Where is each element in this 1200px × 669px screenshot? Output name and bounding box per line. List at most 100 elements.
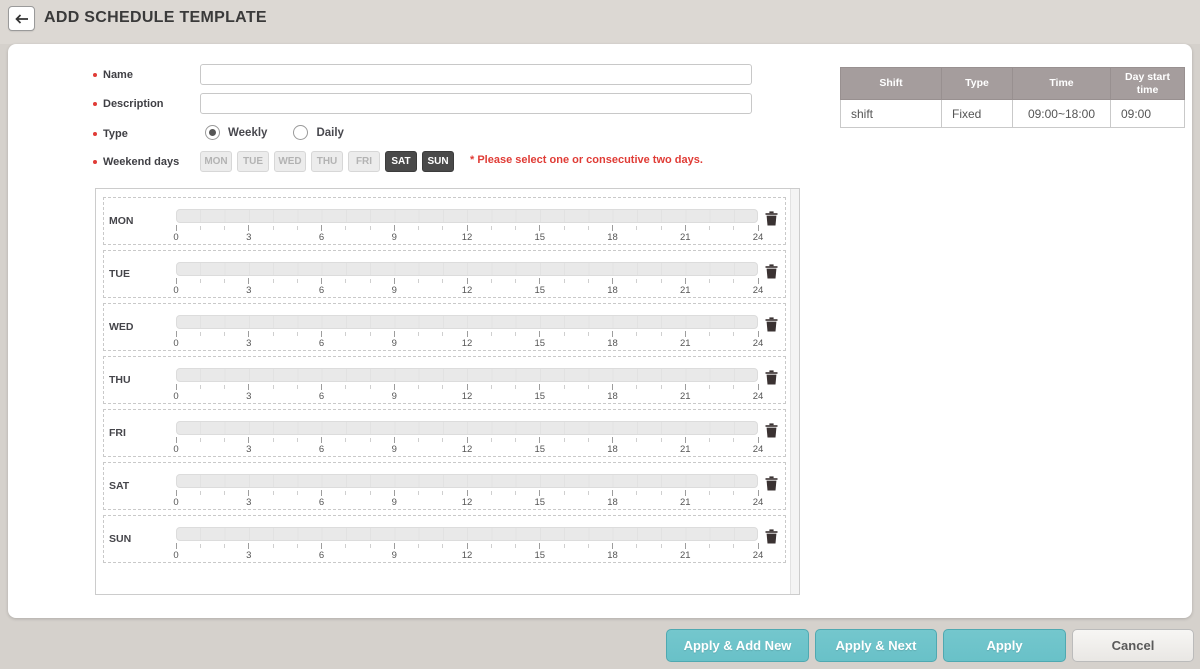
major-tick [176,384,177,390]
minor-tick [224,491,225,495]
minor-tick [515,385,516,389]
minor-tick [224,332,225,336]
time-bar[interactable] [176,474,758,488]
major-tick [176,278,177,284]
cancel-button[interactable]: Cancel [1072,629,1194,662]
time-bar[interactable] [176,262,758,276]
minor-tick [224,438,225,442]
schedule-row-sat: SAT03691215182124 [103,462,786,510]
major-tick [758,543,759,549]
tick-label: 0 [165,232,187,243]
name-input[interactable] [200,64,752,85]
time-bar[interactable] [176,527,758,541]
scrollbar[interactable] [790,189,799,594]
time-bar[interactable] [176,368,758,382]
time-bar[interactable] [176,209,758,223]
major-tick [248,278,249,284]
weekend-day-sat[interactable]: SAT [385,151,417,172]
schedule-row-tue: TUE03691215182124 [103,250,786,298]
major-tick [321,543,322,549]
major-tick [394,225,395,231]
minor-tick [200,279,201,283]
description-input[interactable] [200,93,752,114]
delete-day-schedule-button[interactable] [762,421,780,439]
minor-tick [491,438,492,442]
minor-tick [661,226,662,230]
apply-add-new-button[interactable]: Apply & Add New [666,629,809,662]
tick-label: 24 [747,232,769,243]
tick-label: 6 [311,232,333,243]
weekend-day-fri[interactable]: FRI [348,151,380,172]
minor-tick [491,385,492,389]
minor-tick [345,332,346,336]
major-tick [685,331,686,337]
minor-tick [661,438,662,442]
minor-tick [709,226,710,230]
major-tick [685,225,686,231]
delete-day-schedule-button[interactable] [762,262,780,280]
weekend-day-wed[interactable]: WED [274,151,306,172]
tick-label: 24 [747,338,769,349]
minor-tick [273,332,274,336]
major-tick [758,384,759,390]
major-tick [685,384,686,390]
tick-label: 3 [238,497,260,508]
tick-label: 6 [311,285,333,296]
minor-tick [588,332,589,336]
tick-label: 21 [674,285,696,296]
minor-tick [297,332,298,336]
minor-tick [491,491,492,495]
tick-label: 12 [456,444,478,455]
tick-label: 15 [529,338,551,349]
minor-tick [515,544,516,548]
radio-label: Daily [316,127,344,139]
major-tick [612,278,613,284]
minor-tick [200,332,201,336]
major-tick [176,543,177,549]
tick-label: 6 [311,497,333,508]
minor-tick [636,544,637,548]
minor-tick [491,279,492,283]
column-header-shift: Shift [841,68,942,100]
major-tick [685,543,686,549]
apply-button[interactable]: Apply [943,629,1066,662]
time-bar[interactable] [176,421,758,435]
minor-tick [418,332,419,336]
back-button[interactable] [8,6,35,31]
major-tick [176,437,177,443]
weekend-day-mon[interactable]: MON [200,151,232,172]
delete-day-schedule-button[interactable] [762,315,780,333]
tick-label: 9 [383,497,405,508]
delete-day-schedule-button[interactable] [762,209,780,227]
minor-tick [418,226,419,230]
weekend-day-thu[interactable]: THU [311,151,343,172]
schedule-row-sun: SUN03691215182124 [103,515,786,563]
weekend-day-sun[interactable]: SUN [422,151,454,172]
day-label: SAT [109,480,129,492]
minor-tick [370,544,371,548]
minor-tick [442,226,443,230]
shift-table-row[interactable]: shiftFixed09:00~18:0009:00 [841,100,1185,128]
minor-tick [200,491,201,495]
major-tick [758,331,759,337]
trash-icon [765,370,778,385]
major-tick [321,278,322,284]
radio-weekly[interactable]: Weekly [205,125,267,140]
minor-tick [733,385,734,389]
tick-label: 6 [311,338,333,349]
trash-icon [765,529,778,544]
delete-day-schedule-button[interactable] [762,527,780,545]
minor-tick [200,385,201,389]
minor-tick [418,491,419,495]
delete-day-schedule-button[interactable] [762,368,780,386]
radio-daily[interactable]: Daily [293,125,344,140]
minor-tick [661,332,662,336]
apply-next-button[interactable]: Apply & Next [815,629,937,662]
delete-day-schedule-button[interactable] [762,474,780,492]
time-bar[interactable] [176,315,758,329]
major-tick [612,331,613,337]
weekend-day-tue[interactable]: TUE [237,151,269,172]
required-marker [93,132,97,136]
minor-tick [345,279,346,283]
major-tick [467,437,468,443]
